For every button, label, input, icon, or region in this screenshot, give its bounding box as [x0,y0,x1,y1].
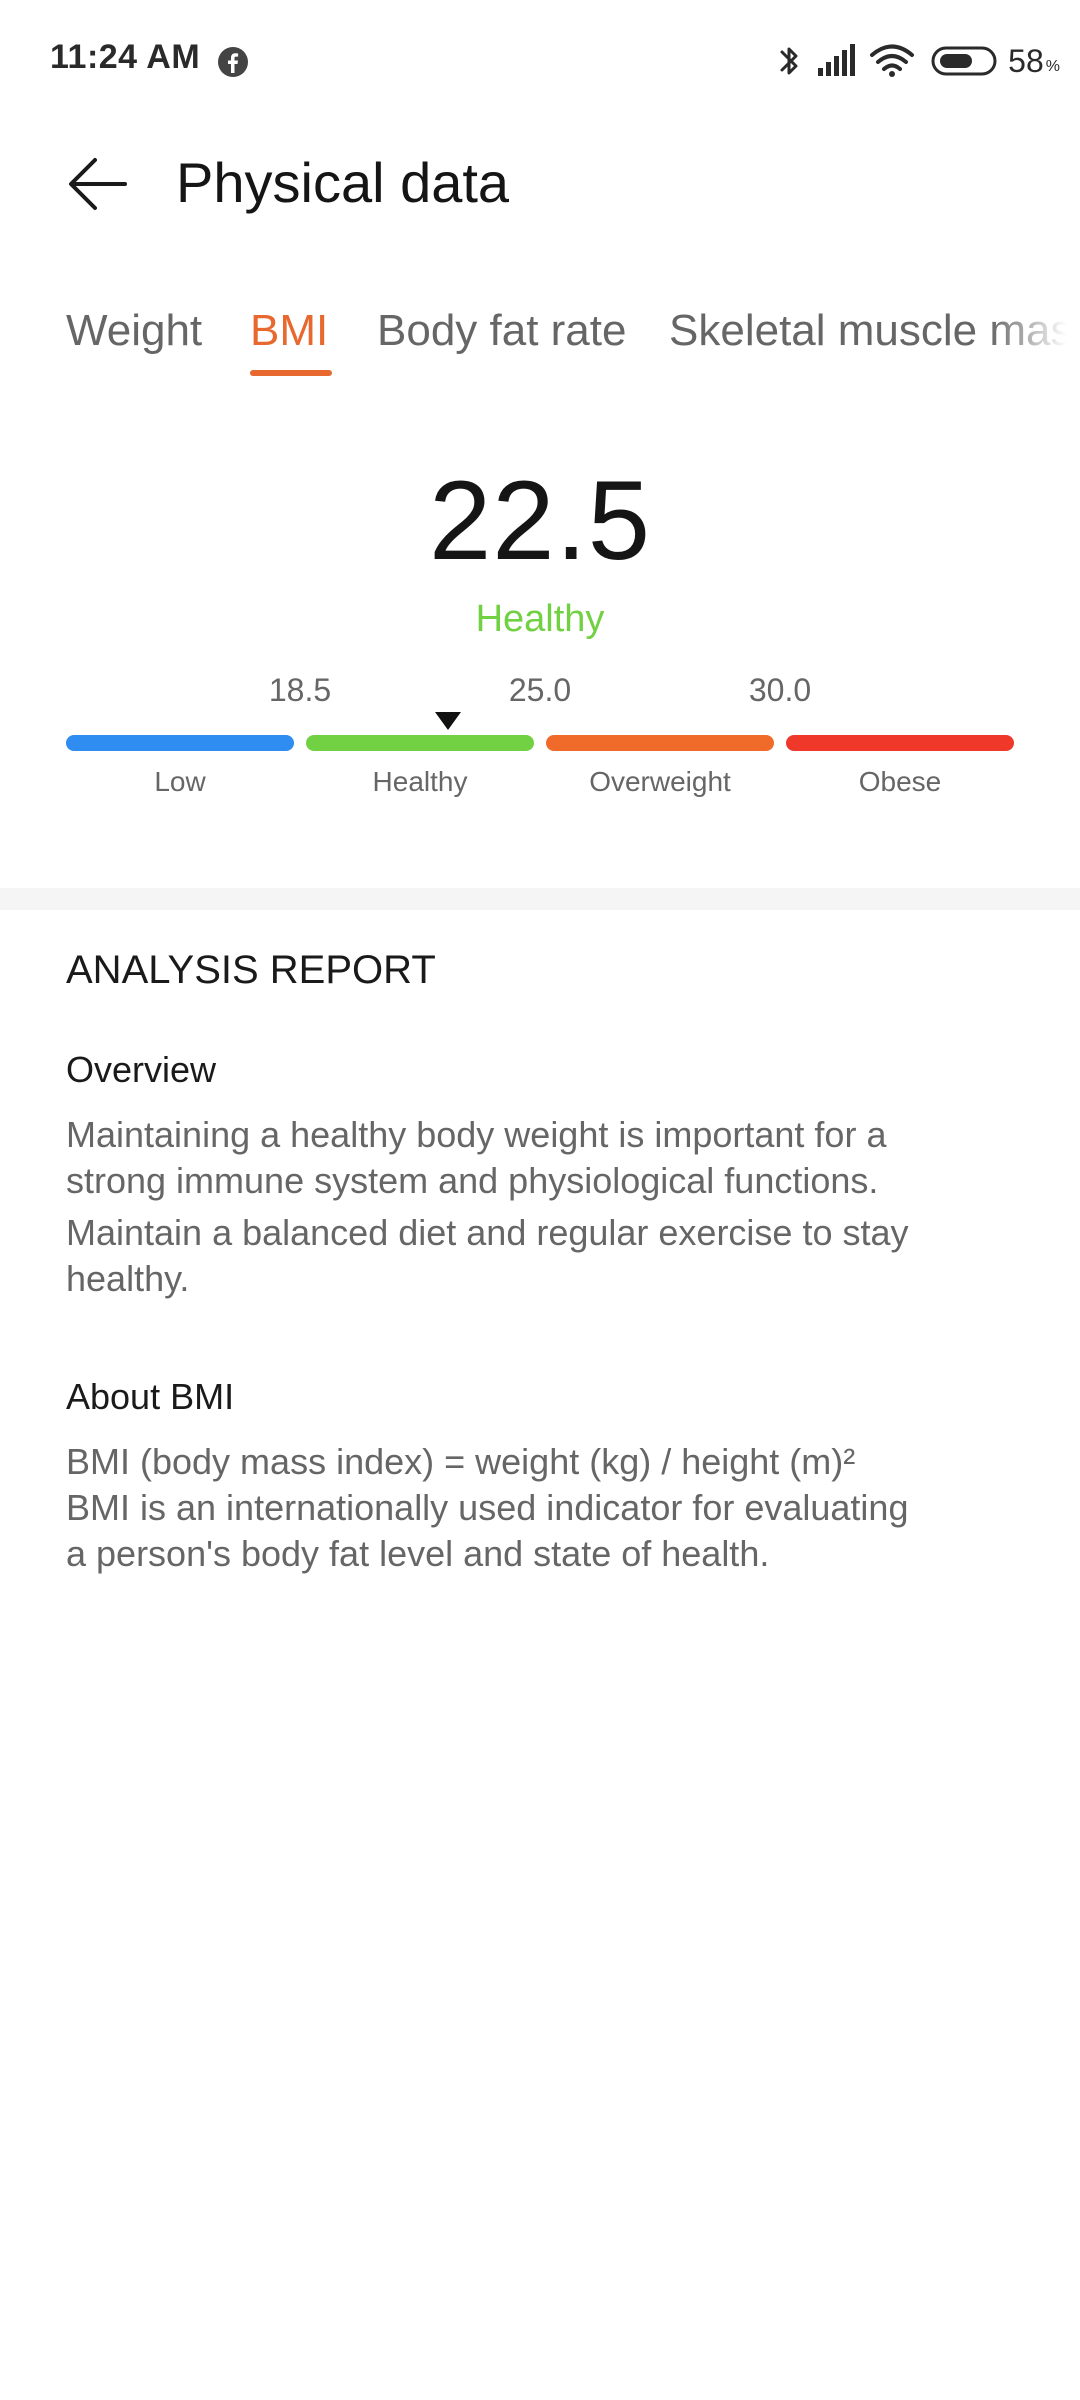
metric-tabs: Weight BMI Body fat rate Skeletal muscle… [0,290,1080,390]
tab-body-fat-rate[interactable]: Body fat rate [377,306,626,356]
scale-label-healthy: Healthy [372,766,468,797]
overview-line: healthy. [66,1258,190,1299]
page-title: Physical data [176,151,510,214]
about-bmi-text: BMI (body mass index) = weight (kg) / he… [66,1439,1016,1577]
wifi-icon [870,44,915,77]
about-bmi-line: BMI (body mass index) = weight (kg) / he… [66,1441,856,1482]
overview-line: strong immune system and physiological f… [66,1160,879,1201]
bmi-value: 22.5 [429,458,651,583]
overview-title: Overview [66,1049,217,1090]
section-divider [0,888,1080,910]
battery-unit: % [1045,58,1060,75]
overview-line: Maintain a balanced diet and regular exe… [66,1212,909,1253]
bmi-status: Healthy [475,598,605,640]
active-tab-indicator [250,370,332,376]
about-bmi-line: BMI is an internationally used indicator… [66,1487,909,1528]
app-header: Physical data [0,120,1080,240]
battery-level: 58 [1008,42,1044,79]
status-time: 11:24 AM [50,38,201,76]
tab-weight[interactable]: Weight [66,306,202,356]
battery-icon [931,46,997,76]
scale-bar-low [66,735,294,751]
about-bmi-title: About BMI [66,1376,235,1417]
scale-bar-obese [786,735,1014,751]
arrow-left-icon [69,158,127,210]
bmi-marker-icon [435,712,461,730]
back-button[interactable] [58,144,138,224]
tabs-fade-overlay [990,290,1080,390]
facebook-icon [218,47,248,77]
scale-label-overweight: Overweight [589,766,731,797]
about-bmi-line: a person's body fat level and state of h… [66,1533,770,1574]
bluetooth-icon [780,47,798,75]
scale-threshold-healthy: 25.0 [508,672,572,708]
overview-text: Maintaining a healthy body weight is imp… [66,1112,1016,1302]
scale-threshold-overweight: 30.0 [748,672,812,708]
scale-label-low: Low [154,766,206,797]
scale-bar-overweight [546,735,774,751]
tab-bmi[interactable]: BMI [250,306,328,356]
scale-bar-healthy [306,735,534,751]
status-bar: 11:24 AM 58 % [0,0,1080,110]
scale-threshold-low: 18.5 [268,672,332,708]
overview-line: Maintaining a healthy body weight is imp… [66,1114,887,1155]
signal-icon [818,44,856,76]
analysis-report-heading: ANALYSIS REPORT [66,948,436,992]
status-icons: 58 % [776,38,1060,84]
scale-label-obese: Obese [858,766,942,797]
